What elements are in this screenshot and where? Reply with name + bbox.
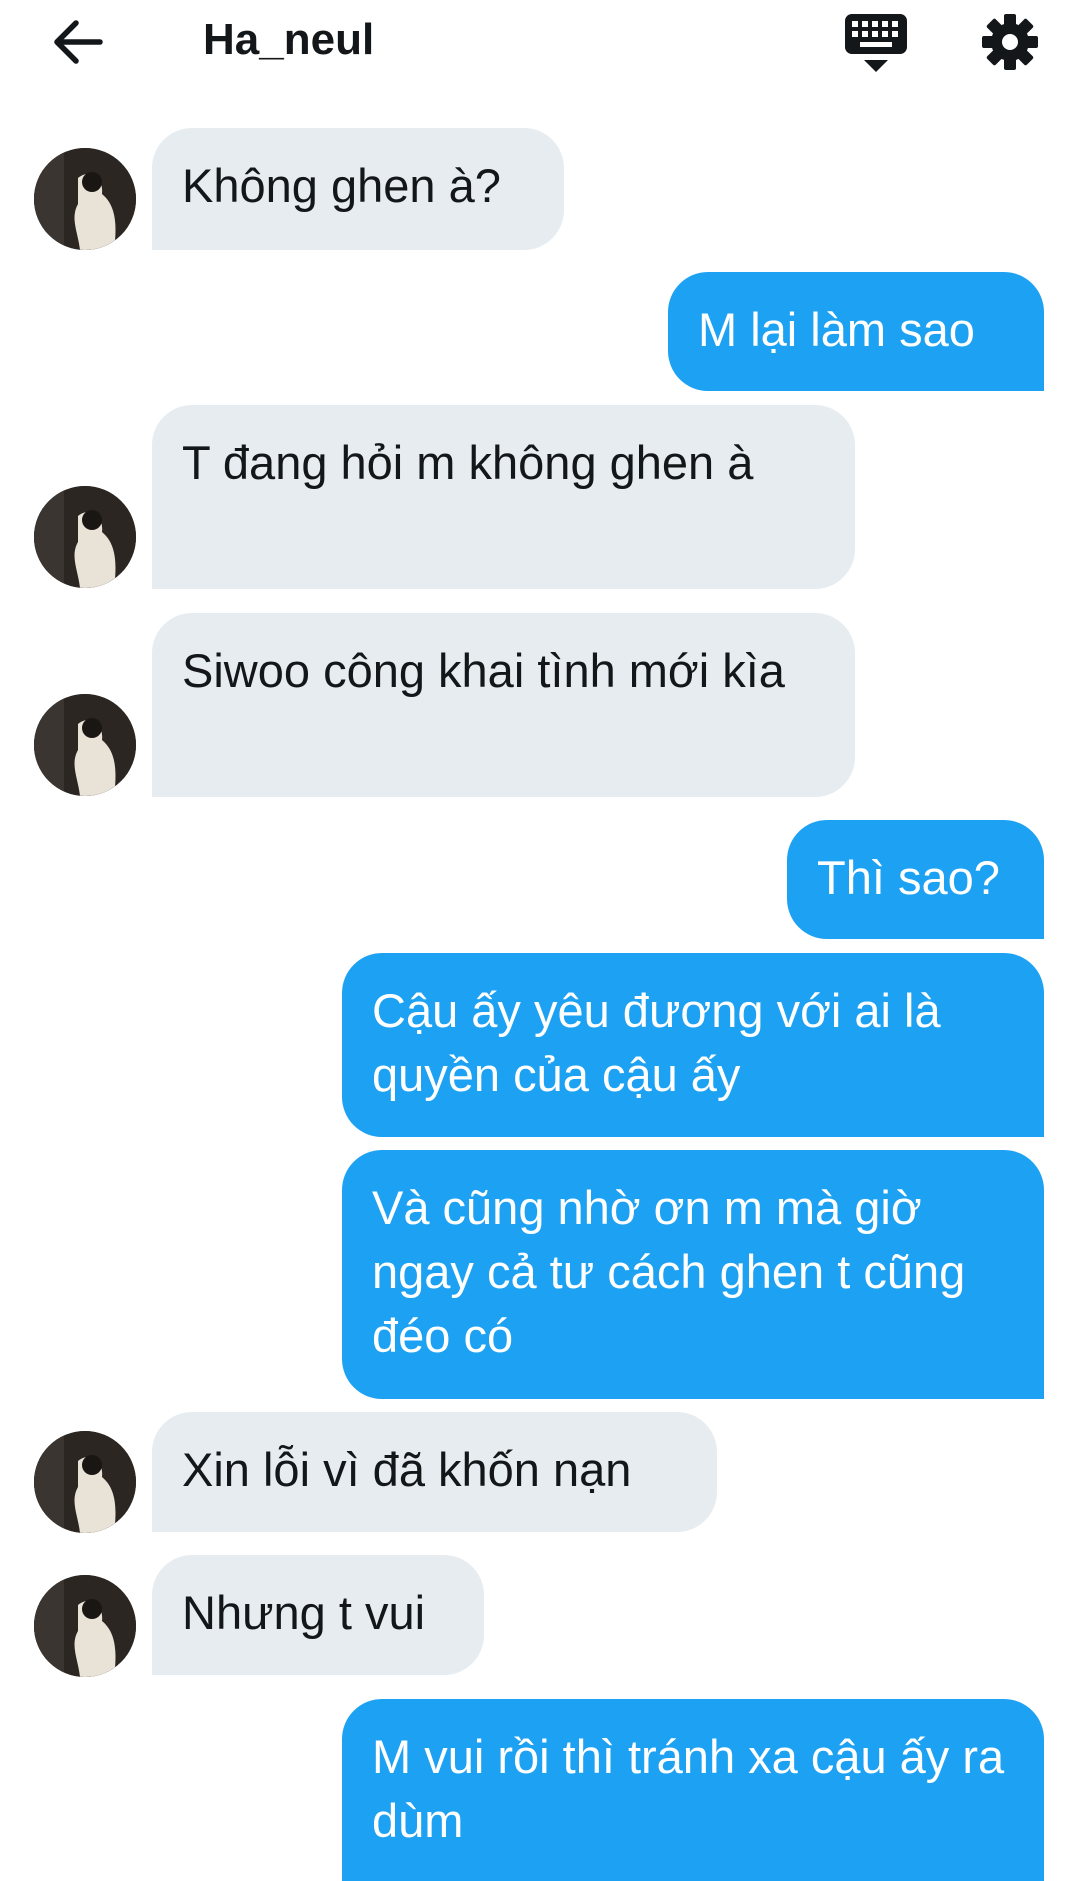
keyboard-icon (845, 14, 907, 72)
message-bubble-incoming[interactable]: T đang hỏi m không ghen à (152, 405, 855, 589)
message-bubble-outgoing[interactable]: Cậu ấy yêu đương với ai là quyền của cậu… (342, 953, 1044, 1137)
message-bubble-incoming[interactable]: Xin lỗi vì đã khốn nạn (152, 1412, 717, 1532)
avatar-photo-icon (34, 694, 136, 796)
back-button[interactable] (48, 14, 108, 70)
arrow-left-icon (54, 20, 103, 64)
contact-avatar[interactable] (34, 148, 136, 250)
avatar-photo-icon (34, 148, 136, 250)
message-bubble-outgoing[interactable]: Thì sao? (787, 820, 1044, 939)
contact-avatar[interactable] (34, 1431, 136, 1533)
contact-avatar[interactable] (34, 694, 136, 796)
message-bubble-incoming[interactable]: Không ghen à? (152, 128, 564, 250)
contact-avatar[interactable] (34, 486, 136, 588)
avatar-photo-icon (34, 1431, 136, 1533)
conversation-title[interactable]: Ha_neul (203, 10, 374, 70)
settings-button[interactable] (980, 12, 1040, 72)
avatar-photo-icon (34, 1575, 136, 1677)
message-bubble-outgoing[interactable]: M vui rồi thì tránh xa cậu ấy ra dùm (342, 1699, 1044, 1881)
keyboard-button[interactable] (843, 12, 909, 74)
message-bubble-outgoing[interactable]: Và cũng nhờ ơn m mà giờ ngay cả tư cách … (342, 1150, 1044, 1399)
message-bubble-incoming[interactable]: Siwoo công khai tình mới kìa (152, 613, 855, 797)
contact-avatar[interactable] (34, 1575, 136, 1677)
conversation-header: Ha_neul (0, 0, 1080, 84)
message-bubble-outgoing[interactable]: M lại làm sao (668, 272, 1044, 391)
gear-icon (982, 14, 1038, 70)
avatar-photo-icon (34, 486, 136, 588)
message-bubble-incoming[interactable]: Nhưng t vui (152, 1555, 484, 1675)
